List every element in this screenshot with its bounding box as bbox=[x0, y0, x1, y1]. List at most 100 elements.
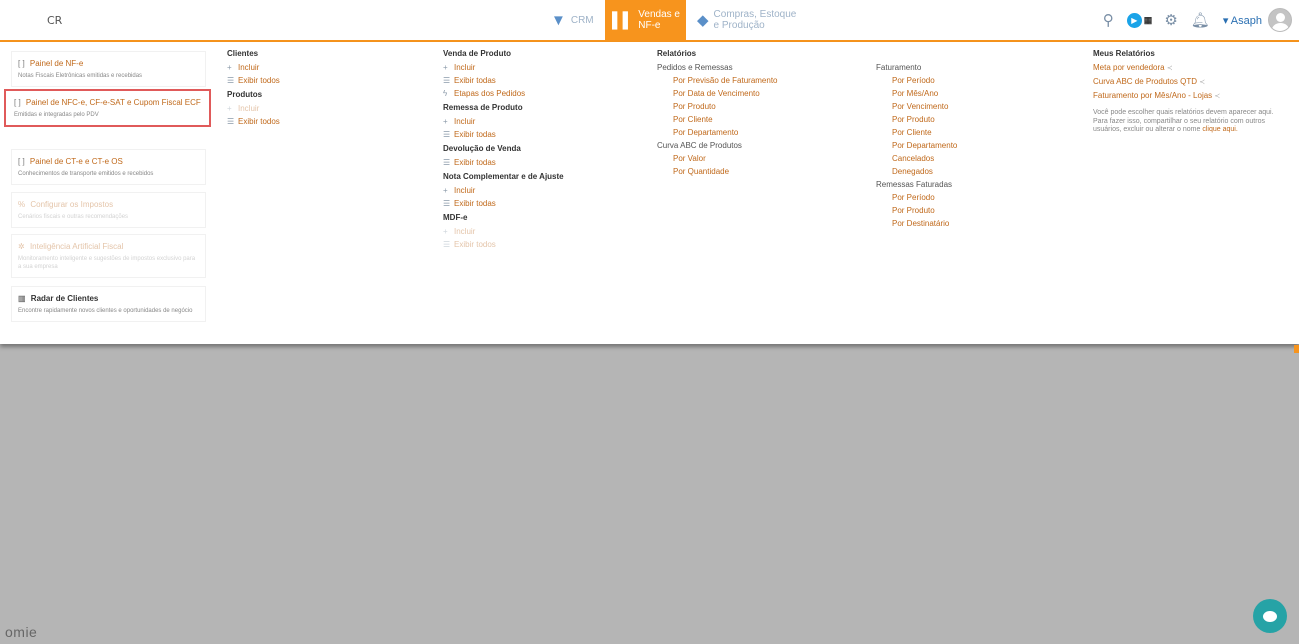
remessa-incluir-link[interactable]: + Incluir bbox=[443, 115, 564, 128]
report-link[interactable]: Por Previsão de Faturamento bbox=[657, 74, 778, 87]
link-label: Incluir bbox=[454, 117, 476, 126]
card-subtitle: Conhecimentos de transporte emitidos e r… bbox=[18, 171, 154, 177]
produtos-exibir-link[interactable]: ☰ Exibir todos bbox=[227, 115, 280, 128]
link-label: Incluir bbox=[454, 63, 476, 72]
section-remessa-title: Remessa de Produto bbox=[443, 103, 523, 112]
funnel-icon: ▼ bbox=[551, 11, 566, 29]
section-relatorios-title: Relatórios bbox=[657, 49, 697, 58]
module-vendas-nfe[interactable]: ▌▌ Vendas e NF-e bbox=[605, 0, 686, 40]
report-link[interactable]: Por Produto bbox=[657, 100, 778, 113]
column-faturamento: Faturamento Por Período Por Mês/Ano Por … bbox=[876, 61, 957, 230]
card-painel-nfe[interactable]: [ ] Painel de NF-e Notas Fiscais Eletrôn… bbox=[11, 51, 206, 87]
report-link[interactable]: Por Mês/Ano bbox=[876, 87, 957, 100]
venda-exibir-link[interactable]: ☰ Exibir todas bbox=[443, 74, 564, 87]
card-title: Configurar os Impostos bbox=[30, 200, 114, 209]
section-clientes-title: Clientes bbox=[227, 49, 259, 58]
report-link[interactable]: Por Cliente bbox=[657, 113, 778, 126]
list-icon: ☰ bbox=[443, 240, 451, 249]
gear-icon[interactable]: ⚙ bbox=[1164, 11, 1177, 29]
card-subtitle: Emitidas e integradas pelo PDV bbox=[14, 112, 99, 118]
user-menu[interactable]: ▾ Asaph bbox=[1223, 14, 1262, 27]
card-subtitle: Monitoramento inteligente e sugestões de… bbox=[18, 256, 196, 270]
link-label: Exibir todos bbox=[238, 117, 280, 126]
bell-icon[interactable]: 🔔︎ bbox=[1191, 11, 1210, 29]
meus-relatorios-help: Você pode escolher quais relatórios deve… bbox=[1093, 109, 1293, 135]
report-link[interactable]: Por Data de Vencimento bbox=[657, 87, 778, 100]
card-radar-clientes[interactable]: ▥ Radar de Clientes Encontre rapidamente… bbox=[11, 286, 206, 322]
meu-relatorio-link[interactable]: Curva ABC de Produtos QTD ≺ bbox=[1093, 75, 1293, 89]
shortcuts-button[interactable]: ▶ ▦ bbox=[1126, 12, 1152, 28]
share-icon[interactable]: ≺ bbox=[1199, 79, 1205, 86]
bracket-icon: [ ] bbox=[14, 98, 21, 107]
link-label: Exibir todas bbox=[454, 158, 496, 167]
report-link[interactable]: Por Vencimento bbox=[876, 100, 957, 113]
list-icon: ☰ bbox=[227, 76, 235, 85]
plus-icon: + bbox=[443, 63, 448, 72]
column-vendas: Venda de Produto + Incluir ☰ Exibir todas … bbox=[443, 48, 564, 251]
header-tools: ⚲ ▶ ▦ ⚙ 🔔︎ ▾ Asaph bbox=[1103, 0, 1299, 40]
report-link[interactable]: Por Departamento bbox=[876, 139, 957, 152]
complementar-exibir-link[interactable]: ☰ Exibir todas bbox=[443, 197, 564, 210]
card-configurar-impostos: % Configurar os Impostos Cenários fiscai… bbox=[11, 192, 206, 228]
share-icon[interactable]: ≺ bbox=[1167, 65, 1173, 72]
section-complementar-title: Nota Complementar e de Ajuste bbox=[443, 172, 564, 181]
report-link[interactable]: Por Cliente bbox=[876, 126, 957, 139]
meu-relatorio-link[interactable]: Faturamento por Mês/Ano - Lojas ≺ bbox=[1093, 89, 1293, 103]
remessas-faturadas-heading: Remessas Faturadas bbox=[876, 180, 953, 189]
report-link[interactable]: Por Quantidade bbox=[657, 165, 778, 178]
report-link[interactable]: Por Destinatário bbox=[876, 217, 957, 230]
section-devolucao-title: Devolução de Venda bbox=[443, 144, 521, 153]
report-link[interactable]: Por Período bbox=[876, 191, 957, 204]
link-label: Faturamento por Mês/Ano - Lojas bbox=[1093, 91, 1213, 100]
card-subtitle: Cenários fiscais e outras recomendações bbox=[18, 214, 129, 220]
ai-icon: ✲ bbox=[18, 242, 25, 251]
report-link[interactable]: Por Valor bbox=[657, 152, 778, 165]
report-link[interactable]: Denegados bbox=[876, 165, 957, 178]
map-icon: ▥ bbox=[18, 294, 26, 303]
share-icon[interactable]: ≺ bbox=[1214, 93, 1220, 100]
clientes-incluir-link[interactable]: + Incluir bbox=[227, 61, 280, 74]
module-crm[interactable]: ▼ CRM bbox=[551, 0, 594, 40]
column-relatorios: Relatórios Pedidos e Remessas Por Previs… bbox=[657, 48, 778, 178]
venda-incluir-link[interactable]: + Incluir bbox=[443, 61, 564, 74]
link-label: Exibir todas bbox=[454, 76, 496, 85]
meu-relatorio-link[interactable]: Meta por vendedora ≺ bbox=[1093, 61, 1293, 75]
module-compras-line2: e Produção bbox=[713, 20, 765, 31]
card-painel-nfce[interactable]: [ ] Painel de NFC-e, CF-e-SAT e Cupom Fi… bbox=[4, 89, 211, 127]
section-mdfe-title: MDF-e bbox=[443, 213, 468, 222]
bracket-icon: [ ] bbox=[18, 59, 25, 68]
complementar-incluir-link[interactable]: + Incluir bbox=[443, 184, 564, 197]
search-icon[interactable]: ⚲ bbox=[1103, 11, 1114, 29]
report-link[interactable]: Por Produto bbox=[876, 204, 957, 217]
module-crm-label: CRM bbox=[570, 14, 594, 26]
section-produtos-title: Produtos bbox=[227, 90, 263, 99]
chat-bubble-icon bbox=[1263, 610, 1277, 622]
lightning-icon: ϟ bbox=[443, 89, 448, 98]
link-label: Exibir todos bbox=[238, 76, 280, 85]
column-cadastros: Clientes + Incluir ☰ Exibir todos Produtos… bbox=[227, 48, 280, 128]
link-label: Incluir bbox=[454, 186, 476, 195]
column-meus-relatorios: Meus Relatórios Meta por vendedora ≺ Cur… bbox=[1093, 48, 1293, 135]
clientes-exibir-link[interactable]: ☰ Exibir todos bbox=[227, 74, 280, 87]
report-link[interactable]: Por Período bbox=[876, 74, 957, 87]
report-link[interactable]: Cancelados bbox=[876, 152, 957, 165]
report-link[interactable]: Por Departamento bbox=[657, 126, 778, 139]
user-name: Asaph bbox=[1230, 14, 1262, 27]
app-logo[interactable]: CR bbox=[47, 14, 62, 27]
card-painel-cte[interactable]: [ ] Painel de CT-e e CT-e OS Conheciment… bbox=[11, 149, 206, 185]
list-icon: ☰ bbox=[227, 117, 235, 126]
link-label: Meta por vendedora bbox=[1093, 63, 1165, 72]
module-compras-estoque[interactable]: ◆ Compras, Estoque e Produção bbox=[697, 0, 796, 40]
plus-icon: + bbox=[443, 117, 448, 126]
clique-aqui-link[interactable]: clique aqui. bbox=[1202, 126, 1237, 133]
card-title: Painel de NFC-e, CF-e-SAT e Cupom Fiscal… bbox=[25, 98, 201, 107]
remessa-exibir-link[interactable]: ☰ Exibir todas bbox=[443, 128, 564, 141]
list-icon: ☰ bbox=[443, 76, 451, 85]
venda-etapas-link[interactable]: ϟ Etapas dos Pedidos bbox=[443, 87, 564, 100]
module-vendas-line1: Vendas e bbox=[638, 9, 680, 20]
avatar[interactable] bbox=[1268, 8, 1292, 32]
faturamento-heading: Faturamento bbox=[876, 63, 922, 72]
chat-button[interactable] bbox=[1253, 599, 1287, 633]
devolucao-exibir-link[interactable]: ☰ Exibir todas bbox=[443, 156, 564, 169]
report-link[interactable]: Por Produto bbox=[876, 113, 957, 126]
